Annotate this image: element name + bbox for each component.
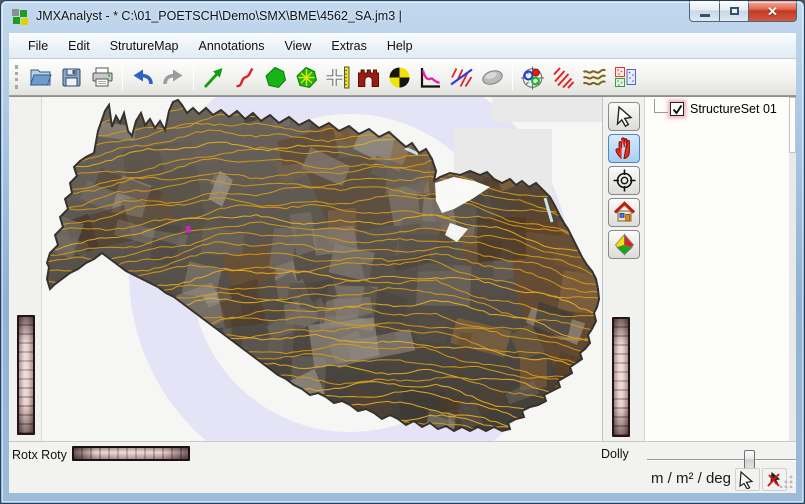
menu-bar: File Edit StrutureMap Annotations View E… <box>9 33 796 59</box>
print-button[interactable] <box>87 62 118 92</box>
draw-polygon-icon <box>263 65 288 90</box>
units-label: m / m² / deg <box>9 470 731 487</box>
redo-icon <box>161 65 186 90</box>
orientation-disc-icon <box>612 232 637 257</box>
ellipse-fit-icon <box>480 65 505 90</box>
minimize-icon <box>700 14 710 17</box>
measure-ruler-icon <box>325 65 350 90</box>
strike-lines-button[interactable] <box>446 62 477 92</box>
menu-edit[interactable]: Edit <box>58 35 100 57</box>
status-bar: Rotx Roty Dolly m / m² / deg <box>9 441 796 493</box>
tree-item-label: StructureSet 01 <box>690 102 777 116</box>
home-view-icon <box>612 200 637 225</box>
tunnel-profile-button[interactable] <box>353 62 384 92</box>
undo-icon <box>130 65 155 90</box>
stereonet-icon <box>520 65 545 90</box>
structure-tree-panel: StructureSet 01 <box>644 97 796 441</box>
structureset-checkbox[interactable] <box>670 102 684 116</box>
draw-polyline-button[interactable] <box>229 62 260 92</box>
app-window: JMXAnalyst - * C:\01_POETSCH\Demo\SMX\BM… <box>0 0 805 504</box>
draw-polygon-button[interactable] <box>260 62 291 92</box>
main-content: StructureSet 01 <box>9 96 796 441</box>
close-icon: ✕ <box>767 5 778 18</box>
app-icon <box>12 9 29 26</box>
menu-view[interactable]: View <box>275 35 322 57</box>
view-tool-column <box>603 97 644 441</box>
menu-extras[interactable]: Extras <box>321 35 376 57</box>
chart-plot-button[interactable] <box>415 62 446 92</box>
select-pointer-button[interactable] <box>608 102 640 131</box>
polygon-grid-button[interactable] <box>291 62 322 92</box>
window-resize-grip[interactable] <box>780 474 794 488</box>
left-rotation-slider[interactable] <box>17 315 35 435</box>
toolbar-separator <box>122 64 123 90</box>
toolbar-separator <box>512 64 513 90</box>
undo-button[interactable] <box>127 62 158 92</box>
tree-connector <box>654 99 668 113</box>
center-target-icon <box>612 168 637 193</box>
cursor-mode-button[interactable] <box>735 468 760 491</box>
pan-hand-button[interactable] <box>608 134 640 163</box>
save-button[interactable] <box>56 62 87 92</box>
window-title: JMXAnalyst - * C:\01_POETSCH\Demo\SMX\BM… <box>36 9 402 23</box>
wavy-traces-icon <box>582 65 607 90</box>
checkmark-icon <box>672 104 683 115</box>
open-file-button[interactable] <box>25 62 56 92</box>
select-pointer-icon <box>612 104 637 129</box>
dolly-label: Dolly <box>601 447 629 461</box>
joint-hatch-icon <box>551 65 576 90</box>
menu-annotations[interactable]: Annotations <box>188 35 274 57</box>
viewport-3d[interactable] <box>41 97 603 441</box>
left-panel-strip <box>9 97 41 441</box>
terrain-scene <box>42 97 603 441</box>
rotx-roty-slider[interactable] <box>72 446 190 461</box>
toolbar-grip[interactable] <box>15 65 19 89</box>
quadrant-target-icon <box>387 65 412 90</box>
pattern-squares-button[interactable] <box>610 62 641 92</box>
open-file-icon <box>28 65 53 90</box>
main-toolbar <box>9 59 796 96</box>
tree-scrollbar[interactable] <box>789 97 796 441</box>
menu-help[interactable]: Help <box>377 35 423 57</box>
minimize-button[interactable] <box>689 1 720 22</box>
pattern-squares-icon <box>613 65 638 90</box>
add-vector-icon <box>201 65 226 90</box>
wavy-traces-button[interactable] <box>579 62 610 92</box>
orientation-disc-button[interactable] <box>608 230 640 259</box>
tunnel-profile-icon <box>356 65 381 90</box>
menu-struturemap[interactable]: StrutureMap <box>100 35 189 57</box>
tree-item-structureset[interactable]: StructureSet 01 <box>654 102 777 116</box>
draw-polyline-icon <box>232 65 257 90</box>
menu-file[interactable]: File <box>18 35 58 57</box>
print-icon <box>90 65 115 90</box>
strike-lines-icon <box>449 65 474 90</box>
toolbar-separator <box>193 64 194 90</box>
cursor-icon <box>738 470 757 489</box>
add-vector-button[interactable] <box>198 62 229 92</box>
stereonet-button[interactable] <box>517 62 548 92</box>
rot-sliders-label: Rotx Roty <box>12 448 67 462</box>
selection-marker <box>186 226 191 233</box>
dolly-slider[interactable] <box>647 459 796 461</box>
redo-button[interactable] <box>158 62 189 92</box>
tree-scrollbar-thumb[interactable] <box>789 97 796 153</box>
measure-ruler-button[interactable] <box>322 62 353 92</box>
restore-icon <box>730 7 739 15</box>
chart-plot-icon <box>418 65 443 90</box>
right-rotation-slider[interactable] <box>612 317 630 437</box>
restore-button[interactable] <box>720 1 749 22</box>
quadrant-target-button[interactable] <box>384 62 415 92</box>
polygon-grid-icon <box>294 65 319 90</box>
dolly-slider-thumb[interactable] <box>744 450 755 469</box>
close-button[interactable]: ✕ <box>749 1 797 22</box>
center-target-button[interactable] <box>608 166 640 195</box>
save-icon <box>59 65 84 90</box>
title-bar[interactable]: JMXAnalyst - * C:\01_POETSCH\Demo\SMX\BM… <box>1 1 804 33</box>
pan-hand-icon <box>612 136 637 161</box>
joint-hatch-button[interactable] <box>548 62 579 92</box>
ellipse-fit-button[interactable] <box>477 62 508 92</box>
home-view-button[interactable] <box>608 198 640 227</box>
